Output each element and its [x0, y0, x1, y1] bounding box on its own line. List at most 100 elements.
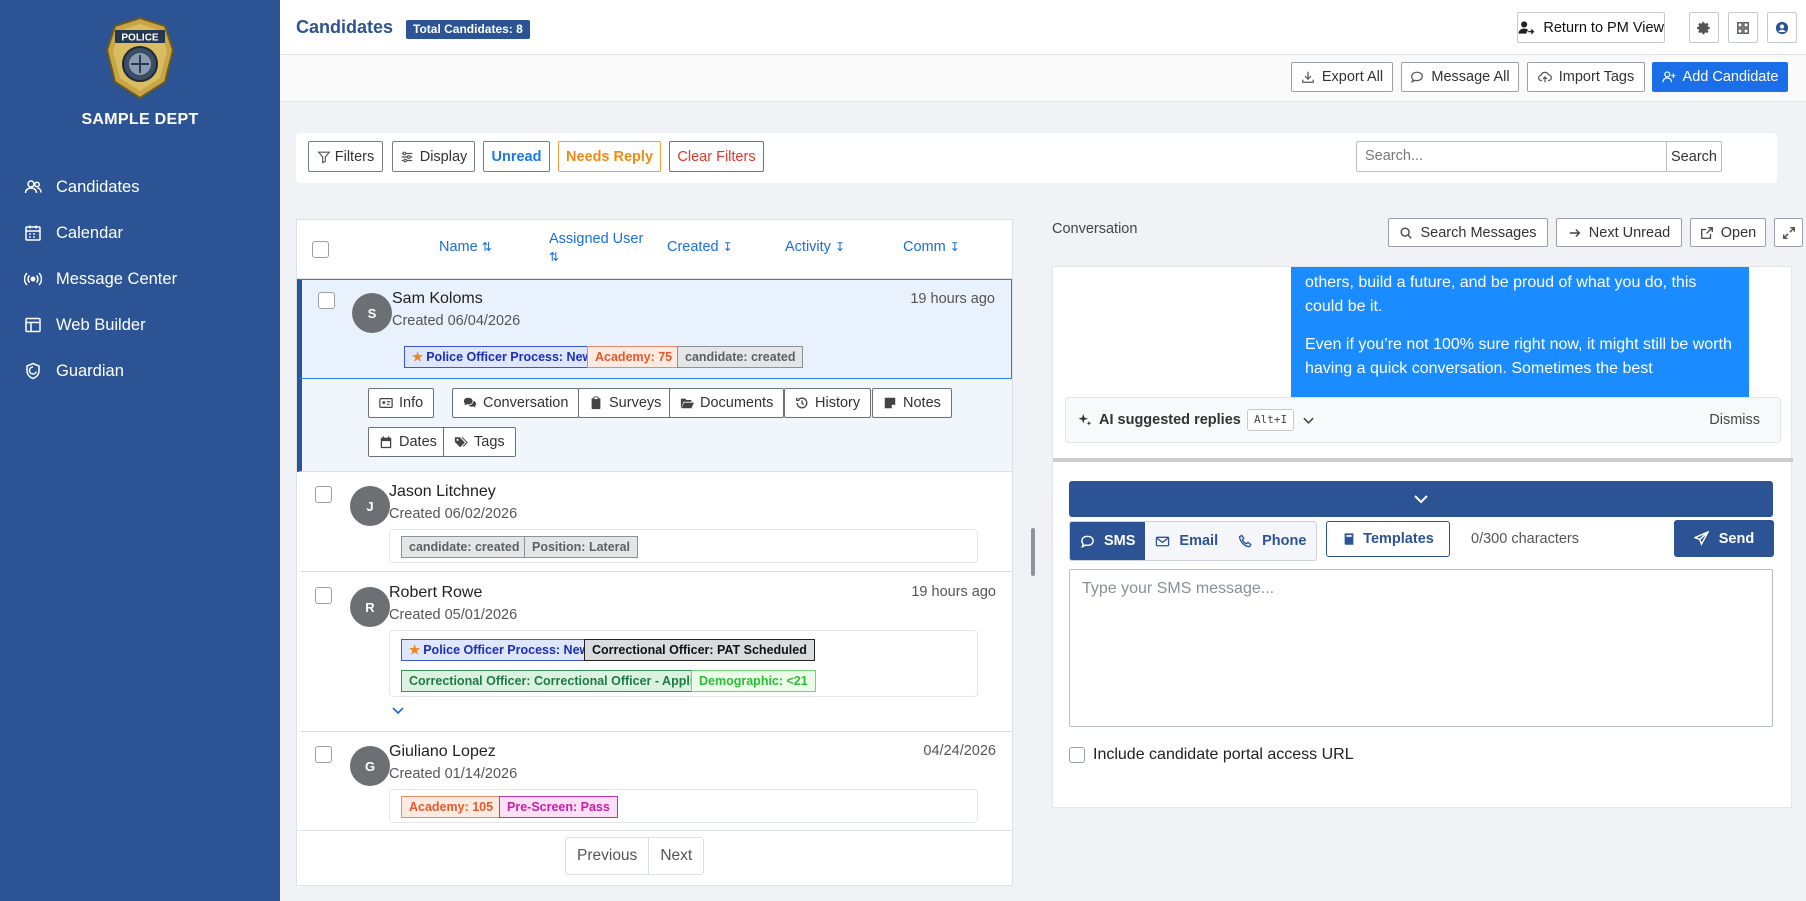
- sidebar-item-guardian[interactable]: Guardian: [0, 348, 280, 394]
- list-header: Name ⇅ Assigned User ⇅ Created ↧ Activity…: [297, 220, 1012, 279]
- tag-badge: ★ Police Officer Process: New: [401, 639, 598, 661]
- user-switch-icon: [1518, 21, 1535, 35]
- phone-icon: [1238, 534, 1252, 547]
- table-row[interactable]: R Robert Rowe Created 05/01/2026 19 hour…: [301, 572, 1012, 732]
- tag-container: ★ Police Officer Process: New Correctiona…: [389, 630, 978, 697]
- previous-page-button[interactable]: Previous: [566, 838, 650, 874]
- sidebar-item-message-center[interactable]: Message Center: [0, 256, 280, 302]
- police-badge-logo: POLICE: [105, 16, 175, 100]
- candidate-created: Created 05/01/2026: [389, 607, 518, 623]
- history-icon: [796, 397, 808, 409]
- tag-container: candidate: created Position: Lateral: [389, 529, 978, 563]
- table-row[interactable]: J Jason Litchney Created 06/02/2026 cand…: [301, 472, 1012, 572]
- tag-badge: Academy: 75: [587, 346, 681, 368]
- filters-button[interactable]: Filters: [308, 141, 383, 172]
- apps-button[interactable]: [1728, 12, 1758, 43]
- phone-channel-tab[interactable]: Phone: [1228, 522, 1316, 560]
- import-tags-button[interactable]: Import Tags: [1527, 62, 1645, 92]
- candidate-name[interactable]: Jason Litchney: [389, 483, 496, 501]
- action-bar: Export All Message All Import Tags Add C…: [280, 55, 1806, 102]
- export-all-button[interactable]: Export All: [1291, 62, 1393, 92]
- department-name: SAMPLE DEPT: [81, 111, 199, 128]
- tab-dates[interactable]: Dates: [368, 427, 448, 457]
- sms-message-input[interactable]: Type your SMS message...: [1069, 569, 1773, 727]
- column-header-comm[interactable]: Comm ↧: [903, 239, 960, 255]
- row-checkbox[interactable]: [315, 486, 332, 503]
- candidate-name[interactable]: Giuliano Lopez: [389, 743, 496, 761]
- tab-notes[interactable]: Notes: [872, 388, 952, 418]
- broadcast-icon: [24, 272, 42, 286]
- column-header-assigned-user[interactable]: Assigned User ⇅: [549, 230, 649, 266]
- candidate-search-input[interactable]: Search...: [1356, 141, 1667, 172]
- unread-filter-button[interactable]: Unread: [483, 141, 550, 172]
- star-icon: ★: [409, 643, 421, 657]
- message-all-button[interactable]: Message All: [1401, 62, 1519, 92]
- dismiss-button[interactable]: Dismiss: [1709, 412, 1760, 428]
- row-checkbox[interactable]: [315, 746, 332, 763]
- sort-icon: ⇅: [549, 250, 560, 264]
- paper-plane-icon: [1693, 531, 1709, 546]
- chevron-down-icon[interactable]: [391, 703, 405, 717]
- avatar: R: [350, 587, 390, 627]
- folder-open-icon: [680, 398, 694, 409]
- tab-conversation[interactable]: Conversation: [452, 388, 580, 418]
- send-button[interactable]: Send: [1674, 520, 1774, 557]
- sidebar-item-calendar[interactable]: Calendar: [0, 210, 280, 256]
- tab-surveys[interactable]: Surveys: [578, 388, 673, 418]
- gear-icon: [1697, 21, 1710, 34]
- sidebar-item-candidates[interactable]: Candidates: [0, 164, 280, 210]
- tag-badge: Pre-Screen: Pass: [499, 796, 618, 818]
- add-candidate-button[interactable]: Add Candidate: [1652, 62, 1788, 92]
- expand-button[interactable]: [1774, 218, 1803, 247]
- svg-text:POLICE: POLICE: [121, 33, 159, 44]
- tab-history[interactable]: History: [784, 388, 872, 418]
- calendar-icon: [25, 225, 41, 241]
- table-row[interactable]: G Giuliano Lopez Created 01/14/2026 04/2…: [301, 732, 1012, 830]
- sms-channel-tab[interactable]: SMS: [1070, 522, 1146, 560]
- chevron-down-icon[interactable]: [1302, 414, 1315, 427]
- tag-badge: candidate: created: [401, 536, 528, 558]
- composer-resize-handle[interactable]: [1053, 458, 1793, 462]
- tab-info[interactable]: Info: [368, 388, 435, 418]
- search-button[interactable]: Search: [1666, 141, 1722, 172]
- chat-bubble-icon: [1411, 71, 1424, 84]
- chevron-down-icon: [1414, 495, 1428, 504]
- column-header-created[interactable]: Created ↧: [667, 239, 733, 255]
- sort-desc-icon: ↧: [834, 240, 846, 254]
- clipboard-icon: [591, 396, 601, 410]
- sidebar-item-web-builder[interactable]: Web Builder: [0, 302, 280, 348]
- candidate-name[interactable]: Robert Rowe: [389, 584, 482, 602]
- column-header-activity[interactable]: Activity ↧: [785, 239, 845, 255]
- channel-selector: SMS Email Phone: [1069, 521, 1317, 561]
- return-to-pm-view-button[interactable]: Return to PM View: [1517, 12, 1665, 43]
- open-button[interactable]: Open: [1690, 218, 1766, 247]
- display-button[interactable]: Display: [392, 141, 475, 172]
- tag-badge: Demographic: <21: [691, 670, 816, 692]
- search-messages-button[interactable]: Search Messages: [1388, 218, 1548, 247]
- next-page-button[interactable]: Next: [649, 838, 703, 874]
- row-actions-panel: Info Conversation Surveys Documents Hist…: [297, 379, 1012, 472]
- row-checkbox[interactable]: [315, 587, 332, 604]
- grid-icon: [1737, 21, 1749, 34]
- clear-filters-button[interactable]: Clear Filters: [669, 141, 764, 172]
- funnel-icon: [317, 151, 331, 164]
- search-icon: [1400, 226, 1413, 239]
- candidate-created: Created 06/02/2026: [389, 506, 518, 522]
- needs-reply-filter-button[interactable]: Needs Reply: [558, 141, 661, 172]
- tab-documents[interactable]: Documents: [669, 388, 785, 418]
- pane-resize-handle[interactable]: [1031, 528, 1035, 576]
- row-checkbox[interactable]: [318, 292, 335, 309]
- settings-button[interactable]: [1689, 12, 1719, 43]
- table-row-selected[interactable]: S Sam Koloms Created 06/04/2026 19 hours…: [297, 279, 1012, 379]
- email-channel-tab[interactable]: Email: [1145, 522, 1228, 560]
- select-all-checkbox[interactable]: [312, 241, 329, 258]
- templates-button[interactable]: Templates: [1326, 521, 1450, 557]
- next-unread-button[interactable]: Next Unread: [1556, 218, 1682, 247]
- candidate-name[interactable]: Sam Koloms: [392, 290, 483, 308]
- composer-collapse-button[interactable]: [1069, 481, 1773, 517]
- tag-badge: Correctional Officer: PAT Scheduled: [584, 639, 815, 661]
- column-header-name[interactable]: Name ⇅: [439, 239, 492, 255]
- portal-url-checkbox[interactable]: [1069, 747, 1085, 763]
- tab-tags[interactable]: Tags: [443, 427, 516, 457]
- profile-button[interactable]: [1767, 12, 1797, 43]
